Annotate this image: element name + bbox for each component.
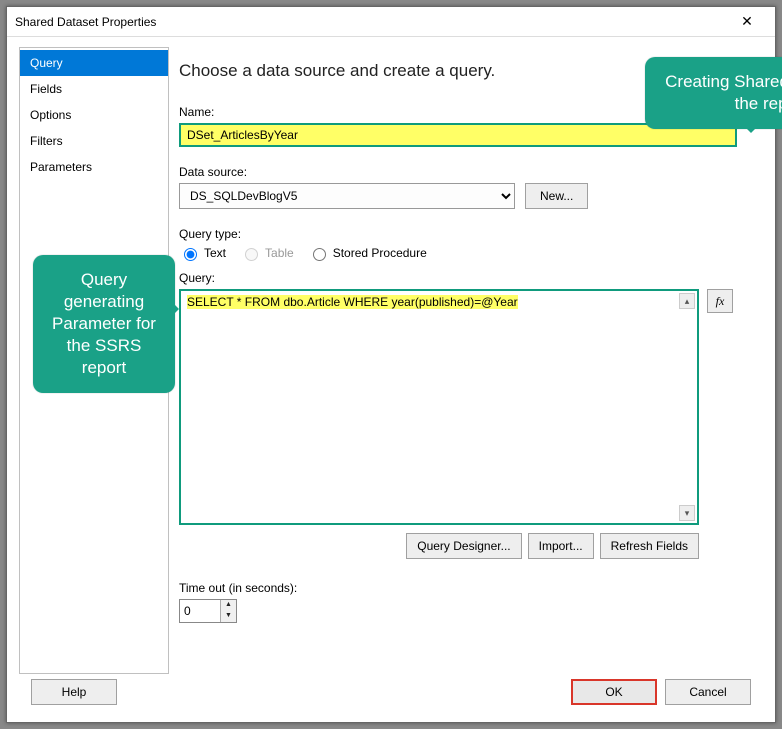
radio-table <box>245 248 258 261</box>
ok-button[interactable]: OK <box>571 679 657 705</box>
timeout-input[interactable] <box>180 600 220 622</box>
window-title: Shared Dataset Properties <box>15 15 727 29</box>
spinner-up-icon[interactable]: ▲ <box>221 600 236 611</box>
cancel-button[interactable]: Cancel <box>665 679 751 705</box>
import-button[interactable]: Import... <box>528 533 594 559</box>
query-textarea[interactable]: SELECT * FROM dbo.Article WHERE year(pub… <box>179 289 699 525</box>
scroll-up-icon[interactable]: ▴ <box>679 293 695 309</box>
annotation-callout-top: Creating Shared Dataset for the report <box>645 57 782 129</box>
query-type-stored-procedure[interactable]: Stored Procedure <box>308 245 427 261</box>
title-bar: Shared Dataset Properties ✕ <box>7 7 775 37</box>
sidebar-item-query[interactable]: Query <box>20 50 168 76</box>
dialog-window: Shared Dataset Properties ✕ Query Fields… <box>6 6 776 723</box>
main-pane: Creating Shared Dataset for the report C… <box>177 47 763 674</box>
refresh-fields-button[interactable]: Refresh Fields <box>600 533 699 559</box>
close-button[interactable]: ✕ <box>727 8 767 36</box>
query-label: Query: <box>179 271 759 285</box>
annotation-callout-left: Query generating Parameter for the SSRS … <box>33 255 175 393</box>
radio-text[interactable] <box>184 248 197 261</box>
help-button[interactable]: Help <box>31 679 117 705</box>
query-designer-button[interactable]: Query Designer... <box>406 533 521 559</box>
dialog-footer: Help OK Cancel <box>19 674 763 722</box>
expression-button[interactable]: fx <box>707 289 733 313</box>
sidebar-item-options[interactable]: Options <box>20 102 168 128</box>
query-type-row: Text Table Stored Procedure <box>179 245 759 261</box>
data-source-label: Data source: <box>179 165 759 179</box>
radio-stored-procedure[interactable] <box>313 248 326 261</box>
sidebar-item-parameters[interactable]: Parameters <box>20 154 168 180</box>
timeout-spinner[interactable]: ▲ ▼ <box>179 599 237 623</box>
scroll-down-icon[interactable]: ▾ <box>679 505 695 521</box>
data-source-select[interactable]: DS_SQLDevBlogV5 <box>179 183 515 209</box>
spinner-down-icon[interactable]: ▼ <box>221 611 236 622</box>
query-type-text[interactable]: Text <box>179 245 226 261</box>
sidebar-item-filters[interactable]: Filters <box>20 128 168 154</box>
new-data-source-button[interactable]: New... <box>525 183 588 209</box>
query-button-row: Query Designer... Import... Refresh Fiel… <box>179 533 699 559</box>
sidebar-item-fields[interactable]: Fields <box>20 76 168 102</box>
query-type-label: Query type: <box>179 227 759 241</box>
timeout-label: Time out (in seconds): <box>179 581 759 595</box>
query-type-table: Table <box>240 245 294 261</box>
